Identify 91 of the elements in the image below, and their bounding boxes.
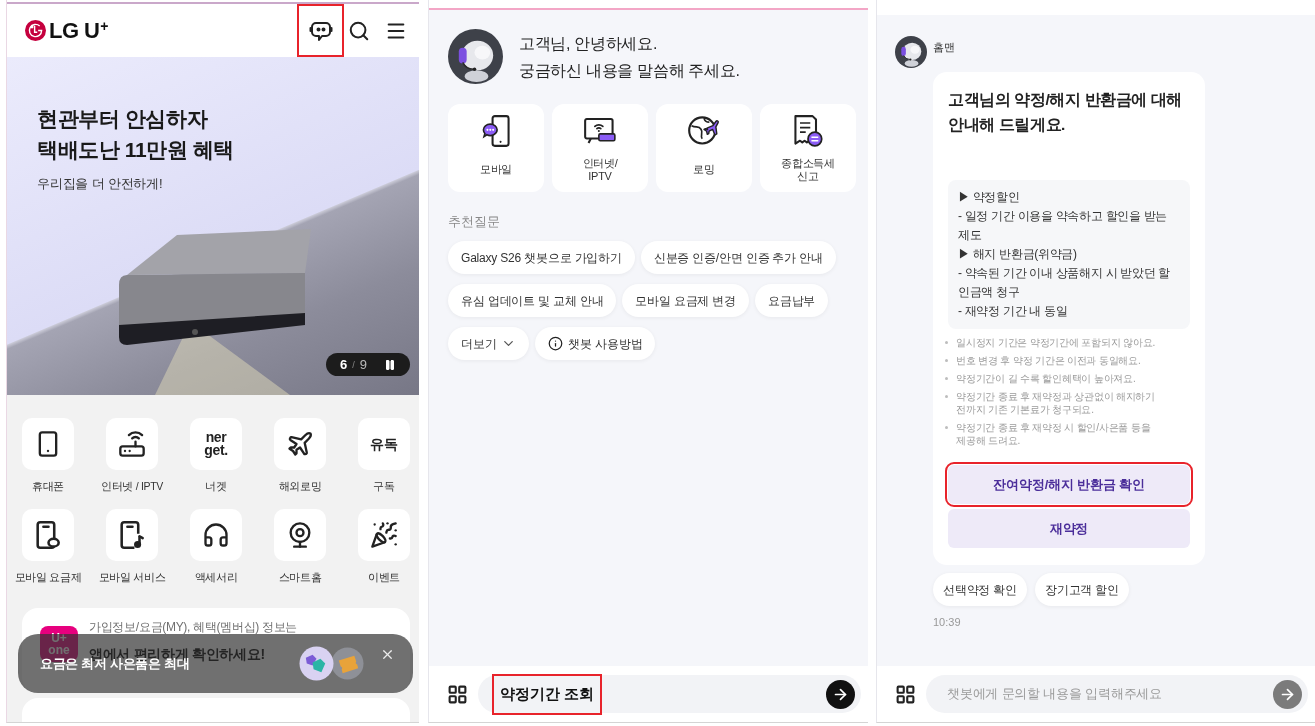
greeting-text: 궁금하신 내용을 말씀해 주세요. xyxy=(519,60,740,81)
send-button[interactable] xyxy=(826,679,855,709)
router-icon xyxy=(118,430,146,458)
shortcut-label: 인터넷 / IPTV xyxy=(100,479,164,493)
message-title: 고객님의 약정/해지 반환금에 대해 안내해 드릴게요. xyxy=(948,90,1184,135)
note-text: 번호 변경 후 약정 기간은 이전과 동일해요. xyxy=(956,354,1142,367)
shortcut-tile[interactable] xyxy=(274,509,326,561)
robot-avatar-icon xyxy=(895,36,927,68)
shortcut-tile[interactable] xyxy=(106,418,158,470)
info-icon xyxy=(548,336,564,351)
ticket-icon xyxy=(331,647,364,680)
slide-separator: / xyxy=(352,358,355,372)
action-button[interactable]: 잔여약정/해지 반환금 확인 xyxy=(948,465,1190,504)
shortcut-label: 스마트홈 xyxy=(278,570,322,584)
bullet-icon xyxy=(945,377,948,380)
bot-name: 홈맨 xyxy=(933,40,955,54)
suggestion-chip[interactable]: 요금납부 xyxy=(755,284,829,317)
note-text: 일시정지 기간은 약정기간에 포함되지 않아요. xyxy=(956,336,1157,349)
banner-headline: 현관부터 안심하자 xyxy=(37,106,208,132)
note-text: 약정기간 종료 후 재약정 시 할인/사은품 등을 제공해 드려요. xyxy=(956,421,1152,447)
shortcut-tile[interactable] xyxy=(106,509,158,561)
grid-menu-icon[interactable] xyxy=(895,683,916,705)
airplane-icon xyxy=(286,430,314,458)
shortcut-tile[interactable] xyxy=(190,509,242,561)
shortcut-label: 이벤트 xyxy=(367,570,401,584)
suggestion-chip[interactable]: 더보기 xyxy=(448,327,530,360)
bullet-icon xyxy=(945,359,948,362)
shortcut-label: 구독 xyxy=(373,479,395,493)
suggestion-chip[interactable]: 챗봇 사용방법 xyxy=(535,327,656,360)
message-time: 10:39 xyxy=(933,616,961,629)
current-slide-number: 6 xyxy=(340,356,348,373)
robot-avatar-icon xyxy=(448,29,503,84)
note-text: 약정기간이 길 수록 할인혜택이 높아져요. xyxy=(956,372,1137,385)
shortcut-label: 해외로밍 xyxy=(278,479,322,493)
shortcut-label: 모바일 요금제 xyxy=(14,570,82,584)
detail-text: - 일정 기간 이용을 약속하고 할인을 받는 제도 xyxy=(958,208,1169,244)
banner-headline: 택배도난 11만원 혜택 xyxy=(37,137,235,163)
phone-music-icon xyxy=(119,521,145,549)
logo-text: LG U$^{+}$ xyxy=(49,17,108,44)
shortcut-tile[interactable]: 유독 xyxy=(358,418,410,470)
shortcut-label: 모바일 서비스 xyxy=(98,570,166,584)
document-coin-icon xyxy=(792,115,824,147)
pause-icon[interactable] xyxy=(384,358,396,371)
grid-menu-icon[interactable] xyxy=(447,683,468,705)
logo-icon xyxy=(25,20,46,41)
category-card[interactable]: 종합소득세 신고 xyxy=(760,104,856,192)
detail-text: - 약속된 기간 이내 상품해지 시 받았던 할인금액 청구 xyxy=(958,265,1172,301)
globe-plane-icon xyxy=(688,115,720,147)
detail-text: ▶ 약정할인 xyxy=(958,189,1021,206)
category-card[interactable]: 로밍 xyxy=(656,104,752,192)
suggestion-chip[interactable]: 유심 업데이트 및 교체 안내 xyxy=(448,284,617,317)
shortcut-label: 휴대폰 xyxy=(31,479,65,493)
total-slides-number: 9 xyxy=(359,356,367,373)
detail-text: ▶ 해지 반환금(위약금) xyxy=(958,246,1078,263)
banner-subtitle: 우리집을 더 안전하게! xyxy=(37,175,163,193)
quick-reply-chip[interactable]: 선택약정 확인 xyxy=(933,573,1027,606)
shortcut-label: 액세서리 xyxy=(194,570,238,584)
headphones-icon xyxy=(202,521,230,549)
greeting-text: 고객님, 안녕하세요. xyxy=(519,33,658,54)
bullet-icon xyxy=(945,426,948,429)
shortcut-tile[interactable] xyxy=(358,509,410,561)
section-title: 추천질문 xyxy=(448,214,500,230)
quick-reply-chip[interactable]: 장기고객 할인 xyxy=(1034,573,1129,606)
card-caption: 가입정보/요금(MY), 혜택(멤버십) 정보는 xyxy=(89,620,298,634)
suggestion-chip[interactable]: 모바일 요금제 변경 xyxy=(622,284,749,317)
tags-icon xyxy=(299,646,334,681)
input-value-text: 약정기간 조회 xyxy=(492,673,603,715)
shortcut-tile[interactable] xyxy=(274,418,326,470)
input-placeholder: 챗봇에게 문의할 내용을 입력해주세요 xyxy=(946,685,1163,704)
category-card[interactable]: 모바일 xyxy=(448,104,544,192)
shortcut-tile[interactable]: ner get. xyxy=(190,418,242,470)
suggestion-chip[interactable]: Galaxy S26 챗봇으로 가입하기 xyxy=(448,241,635,274)
promo-banner[interactable]: 현관부터 안심하자 택배도난 11만원 혜택 우리집을 더 안전하게! 6 / 9 xyxy=(7,57,419,395)
search-icon xyxy=(348,19,370,42)
phone-chat-icon xyxy=(480,115,512,147)
bullet-icon xyxy=(945,341,948,344)
shortcut-tile[interactable] xyxy=(22,509,74,561)
shortcut-label: 너겟 xyxy=(205,479,227,493)
category-card[interactable]: 인터넷/ IPTV xyxy=(552,104,648,192)
party-popper-icon xyxy=(370,521,398,549)
note-text: 약정기간 종료 후 재약정과 상관없이 해지하기 전까지 기존 기본료가 청구되요. xyxy=(956,390,1157,416)
message-input-field[interactable]: 약정기간 조회 xyxy=(478,675,861,713)
chatbot-button[interactable] xyxy=(297,4,344,57)
shortcut-tile[interactable] xyxy=(22,418,74,470)
robot-head-icon xyxy=(308,19,333,42)
suggestion-chip[interactable]: 신분증 인증/안면 인증 추가 안내 xyxy=(640,241,836,274)
close-icon[interactable] xyxy=(380,647,395,662)
detail-text: - 재약정 기간 내 동일 xyxy=(958,303,1069,320)
phone-badge-icon xyxy=(35,521,61,549)
bullet-icon xyxy=(945,395,948,398)
action-button[interactable]: 재약정 xyxy=(948,509,1190,548)
